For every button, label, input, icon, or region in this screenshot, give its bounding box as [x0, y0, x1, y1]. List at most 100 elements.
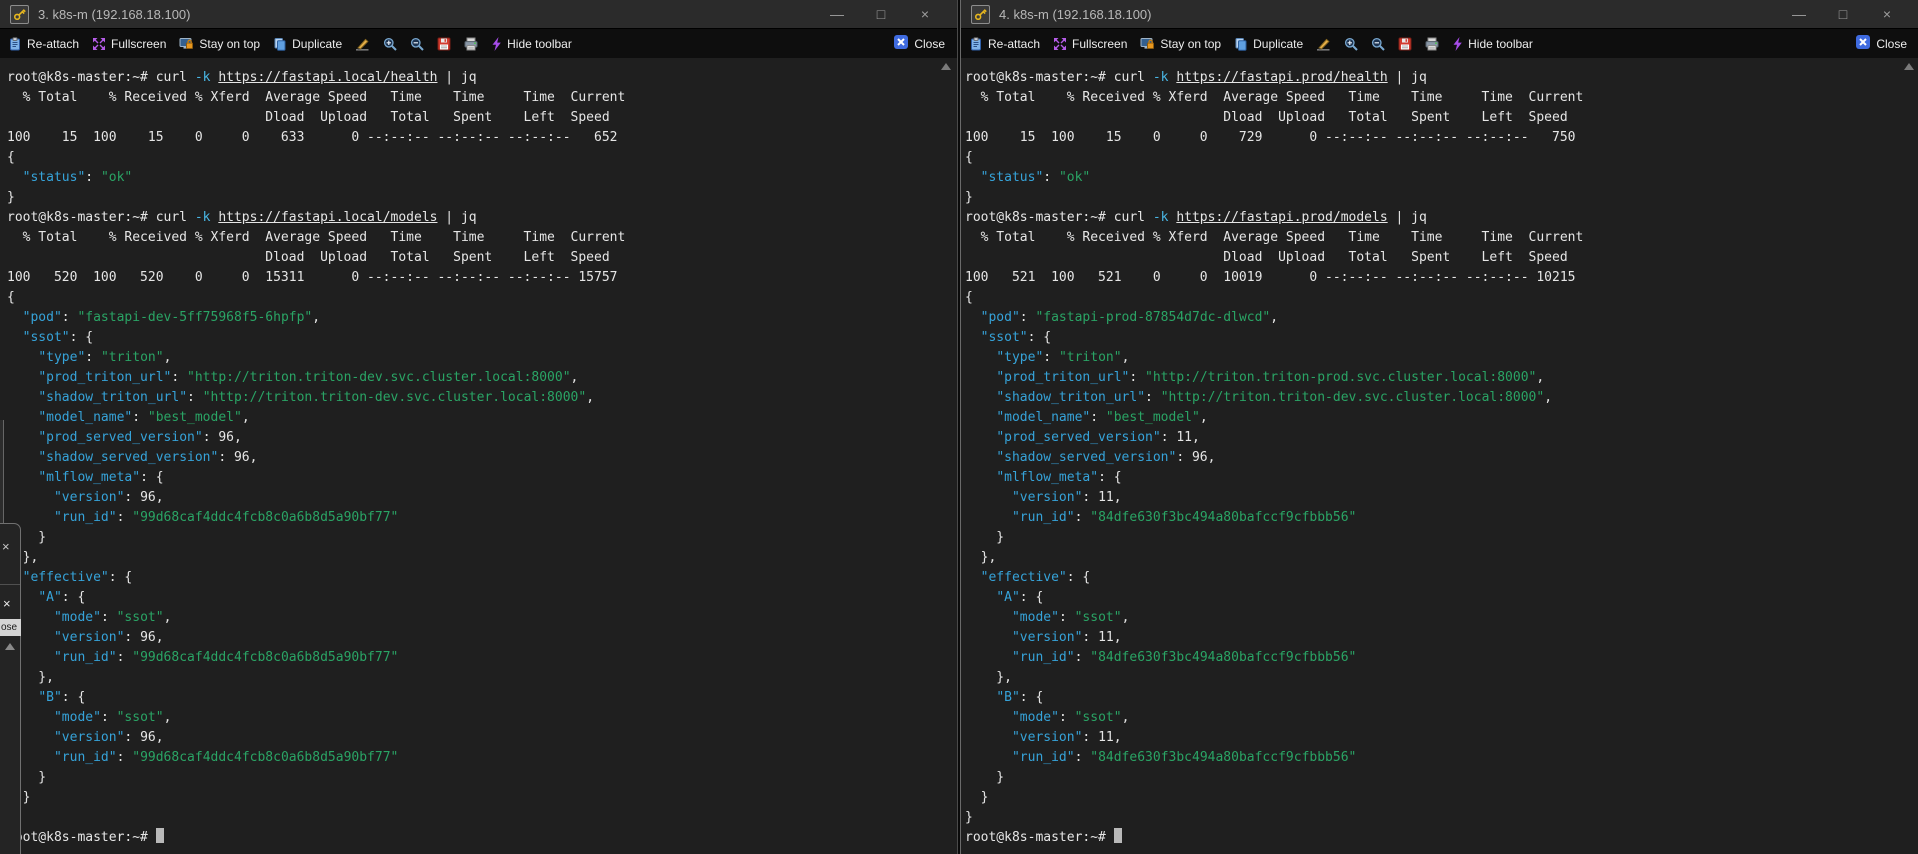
zoomin-icon — [383, 37, 397, 51]
close-session-button[interactable]: Close — [1856, 35, 1907, 52]
toolbar-button-stayontop[interactable]: Stay on top — [1140, 37, 1221, 51]
terminal-line: Dload Upload Total Spent Left Speed — [7, 110, 610, 125]
terminal-line: } — [7, 530, 47, 545]
window-title: 4. k8s-m (192.168.18.100) — [999, 6, 1152, 22]
terminal-line: "status": "ok" — [980, 170, 1091, 185]
scrollbar-up-arrow[interactable] — [5, 643, 15, 650]
terminal-line: "ssot": { — [22, 330, 94, 345]
toolbar-button-reattach[interactable]: Re-attach — [8, 37, 79, 51]
terminal-line: "mode": "ssot", — [53, 710, 172, 725]
terminal-line: } — [965, 770, 1005, 785]
toolbar-button-pen[interactable] — [1316, 37, 1331, 51]
terminal-line: "shadow_triton_url": "http://triton.trit… — [996, 390, 1553, 405]
session-key-icon — [971, 4, 990, 24]
terminal-line: }, — [7, 670, 54, 685]
toolbar-button-label: Hide toolbar — [1468, 36, 1533, 51]
toolbar-button-stayontop[interactable]: Stay on top — [179, 37, 260, 51]
toolbar-button-duplicate[interactable]: Duplicate — [1234, 37, 1303, 51]
terminal-line: "type": "triton", — [38, 350, 172, 365]
terminal-line: "version": 96, — [53, 490, 164, 505]
toolbar-button-reattach[interactable]: Re-attach — [969, 37, 1040, 51]
toolbar-button-label: Re-attach — [27, 36, 80, 51]
minimize-button[interactable]: — — [1777, 6, 1821, 22]
terminal-line: } — [22, 790, 31, 805]
terminal-line: "effective": { — [980, 570, 1091, 585]
terminal-line: } — [7, 770, 47, 785]
terminal-line: root@k8s-master:~# curl -k https://fasta… — [965, 210, 1427, 225]
terminal-line: "effective": { — [22, 570, 133, 585]
terminal-line: } — [965, 790, 989, 805]
toolbar-button-zoomin[interactable] — [383, 37, 397, 51]
window-title: 3. k8s-m (192.168.18.100) — [38, 6, 191, 22]
pen-icon — [1316, 37, 1331, 51]
terminal-line: root@k8s-master:~# — [7, 828, 957, 848]
toolbar-button-fullscreen[interactable]: Fullscreen — [1053, 37, 1127, 51]
printer-icon — [464, 37, 478, 51]
terminal-line: "run_id": "84dfe630f3bc494a80bafccf9cfbb… — [1011, 650, 1357, 665]
duplicate-icon — [1234, 37, 1248, 51]
printer-icon — [1425, 37, 1439, 51]
terminal-line: "version": 11, — [1011, 490, 1122, 505]
toolbar-button-printer[interactable] — [464, 37, 478, 51]
terminal-window-3: 3. k8s-m (192.168.18.100) — □ × Re-attac… — [0, 0, 958, 854]
clipped-close-x-icon[interactable]: × — [3, 596, 11, 611]
close-window-button[interactable]: × — [903, 6, 947, 22]
floppy-icon — [1398, 37, 1412, 51]
terminal-line: }, — [965, 670, 1012, 685]
terminal-line: "mode": "ssot", — [1011, 710, 1130, 725]
terminal-line: "shadow_triton_url": "http://triton.trit… — [38, 390, 595, 405]
terminal-line: "mode": "ssot", — [1011, 610, 1130, 625]
terminal-line: "prod_triton_url": "http://triton.triton… — [996, 370, 1545, 385]
toolbar-button-bolt[interactable]: Hide toolbar — [1452, 36, 1533, 51]
maximize-button[interactable]: □ — [1821, 6, 1865, 22]
terminal-line: "B": { — [996, 690, 1044, 705]
terminal-line: { — [965, 290, 973, 305]
terminal-line: "version": 11, — [1011, 630, 1122, 645]
maximize-button[interactable]: □ — [859, 6, 903, 22]
pen-icon — [355, 37, 370, 51]
toolbar-button-zoomout[interactable] — [410, 37, 424, 51]
terminal-line: "run_id": "99d68caf4ddc4fcb8c0a6b8d5a90b… — [53, 510, 399, 525]
clipped-background-window: × × ose — [0, 523, 21, 854]
toolbar-button-zoomin[interactable] — [1344, 37, 1358, 51]
toolbar-button-label: Stay on top — [1160, 36, 1222, 51]
toolbar-button-zoomout[interactable] — [1371, 37, 1385, 51]
terminal-line: "version": 11, — [1011, 730, 1122, 745]
terminal-line: % Total % Received % Xferd Average Speed… — [965, 90, 1584, 105]
terminal-line: "run_id": "99d68caf4ddc4fcb8c0a6b8d5a90b… — [53, 650, 399, 665]
clipped-window-edge — [0, 420, 4, 523]
toolbar-button-pen[interactable] — [355, 37, 370, 51]
clipped-close-button[interactable]: ose — [0, 619, 21, 636]
clipped-close-icon[interactable]: × — [2, 539, 10, 554]
terminal-line: 100 520 100 520 0 0 15311 0 --:--:-- --:… — [7, 270, 618, 285]
floppy-icon — [437, 37, 451, 51]
terminal-line: Dload Upload Total Spent Left Speed — [965, 250, 1568, 265]
toolbar-button-label: Stay on top — [199, 36, 261, 51]
terminal-line: "run_id": "99d68caf4ddc4fcb8c0a6b8d5a90b… — [53, 750, 399, 765]
close-window-button[interactable]: × — [1865, 6, 1909, 22]
terminal-line: root@k8s-master:~# — [965, 828, 1918, 848]
toolbar-button-duplicate[interactable]: Duplicate — [273, 37, 342, 51]
toolbar-button-bolt[interactable]: Hide toolbar — [491, 36, 572, 51]
toolbar-button-printer[interactable] — [1425, 37, 1439, 51]
scrollbar-up-arrow[interactable] — [1904, 63, 1914, 70]
terminal-screen[interactable]: root@k8s-master:~# curl -k https://fasta… — [0, 58, 957, 854]
terminal-line: % Total % Received % Xferd Average Speed… — [965, 230, 1584, 245]
scrollbar-up-arrow[interactable] — [941, 63, 951, 70]
terminal-line: } — [7, 808, 957, 828]
toolbar-button-fullscreen[interactable]: Fullscreen — [92, 37, 166, 51]
titlebar[interactable]: 4. k8s-m (192.168.18.100) — □ × — [961, 0, 1918, 29]
terminal-screen[interactable]: root@k8s-master:~# curl -k https://fasta… — [961, 58, 1918, 854]
close-session-button[interactable]: Close — [894, 35, 945, 52]
minimize-button[interactable]: — — [815, 6, 859, 22]
terminal-line: "ssot": { — [980, 330, 1052, 345]
toolbar-button-floppy[interactable] — [437, 37, 451, 51]
reattach-icon — [8, 36, 22, 51]
terminal-line: "model_name": "best_model", — [38, 410, 250, 425]
toolbar-button-floppy[interactable] — [1398, 37, 1412, 51]
terminal-line: } — [965, 190, 973, 205]
terminal-line: "A": { — [38, 590, 86, 605]
titlebar[interactable]: 3. k8s-m (192.168.18.100) — □ × — [0, 0, 957, 29]
terminal-line: Dload Upload Total Spent Left Speed — [965, 110, 1568, 125]
close-x-icon — [894, 35, 909, 52]
